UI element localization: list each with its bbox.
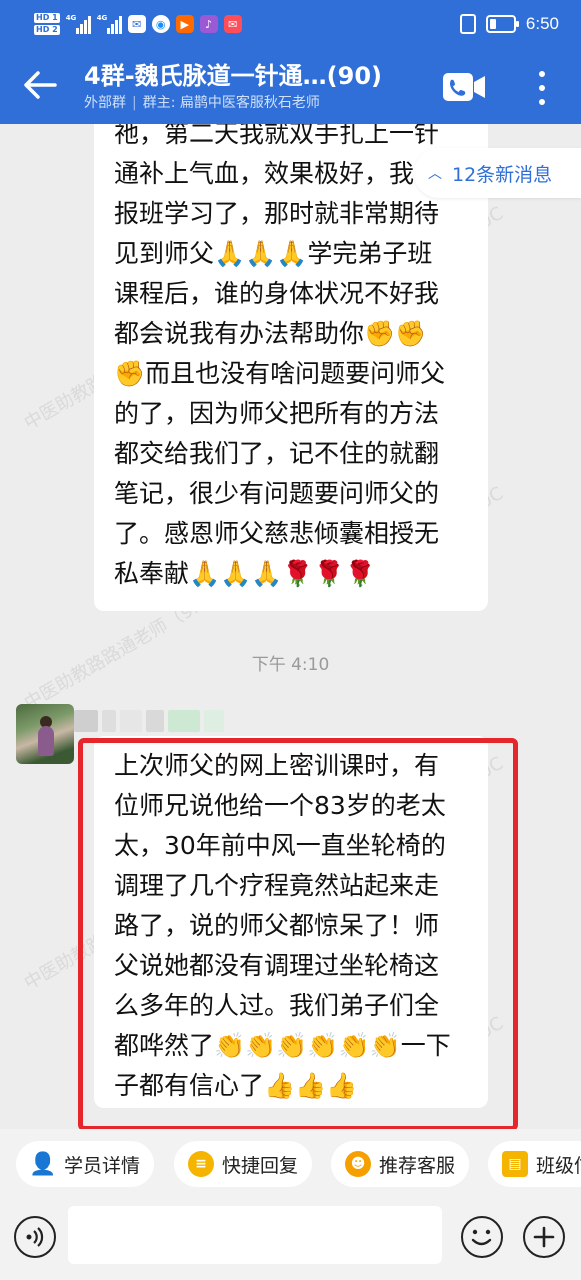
battery-icon bbox=[485, 15, 519, 33]
class-icon: ▤ bbox=[502, 1151, 528, 1177]
avatar[interactable] bbox=[16, 704, 74, 764]
vibrate-icon bbox=[459, 14, 476, 34]
voice-input-button[interactable] bbox=[14, 1216, 56, 1258]
dot-icon bbox=[539, 99, 545, 105]
service-icon: ☻ bbox=[345, 1151, 371, 1177]
mail-app-icon: ✉ bbox=[127, 15, 146, 33]
chip-label: 快捷回复 bbox=[222, 1154, 299, 1177]
new-messages-label: 12条新消息 bbox=[452, 163, 553, 186]
call-button[interactable] bbox=[442, 72, 486, 102]
quick-action-bar: 👤 学员详情 ≡ 快捷回复 ☻ 推荐客服 ▤ 班级信 bbox=[0, 1129, 581, 1199]
chat-subtitle: 外部群 | 群主: 扁鹊中医客服秋石老师 bbox=[84, 95, 320, 111]
class-info-button[interactable]: ▤ 班级信 bbox=[488, 1141, 581, 1187]
chevron-up-icon: ︿ bbox=[428, 166, 442, 182]
signal-2-icon: 4G bbox=[97, 14, 122, 34]
more-functions-button[interactable] bbox=[523, 1216, 565, 1258]
back-arrow-icon bbox=[24, 71, 57, 99]
chip-label: 学员详情 bbox=[64, 1154, 141, 1177]
emoji-button[interactable] bbox=[461, 1216, 503, 1258]
sender-name-blurred bbox=[74, 706, 234, 736]
clock: 6:50 bbox=[525, 14, 559, 33]
browser-app-icon: ◉ bbox=[151, 15, 170, 33]
input-bar bbox=[0, 1199, 581, 1280]
smiley-icon bbox=[471, 1229, 492, 1246]
video-app-icon: ▶ bbox=[175, 15, 194, 33]
voice-icon bbox=[26, 1227, 44, 1247]
chat-header: 4群-魏氏脉道一针通…(90) 外部群 | 群主: 扁鹊中医客服秋石老师 bbox=[0, 56, 581, 124]
dot-icon bbox=[539, 85, 545, 91]
signal-1-icon: 4G bbox=[66, 14, 91, 34]
quick-reply-button[interactable]: ≡ 快捷回复 bbox=[174, 1141, 313, 1187]
hd2-badge: HD 2 bbox=[34, 25, 60, 35]
student-details-button[interactable]: 👤 学员详情 bbox=[16, 1141, 155, 1187]
message-text: 上次师父的网上密训课时，有 位师兄说他给一个83岁的老太 太，30年前中风一直坐… bbox=[114, 751, 451, 1100]
status-bar: HD 1 HD 2 4G 4G ✉ ◉ ▶ ♪ ✉ 6:50 bbox=[0, 0, 581, 56]
message-text: 祂，第二天我就双手扎上一针 通补上气血，效果极好，我 报班学习了，那时就非常期待… bbox=[114, 124, 446, 588]
chat-title: 4群-魏氏脉道一针通…(90) bbox=[84, 62, 382, 90]
back-button[interactable] bbox=[20, 68, 60, 102]
chat-area[interactable]: （9: 0C 中医助教路路通老师（9: 0C （9: 0C 中医助教路路通老师（… bbox=[0, 124, 581, 1129]
message-app-icon: ✉ bbox=[223, 15, 242, 33]
dot-icon bbox=[539, 71, 545, 77]
music-app-icon: ♪ bbox=[199, 15, 218, 33]
hd1-badge: HD 1 bbox=[34, 13, 60, 23]
message-bubble[interactable]: 上次师父的网上密训课时，有 位师兄说他给一个83岁的老太 太，30年前中风一直坐… bbox=[94, 736, 488, 1108]
group-tag: 外部群 bbox=[84, 95, 126, 111]
group-owner: 群主: 扁鹊中医客服秋石老师 bbox=[142, 95, 320, 111]
phone-video-icon bbox=[443, 73, 485, 101]
message-bubble[interactable]: 祂，第二天我就双手扎上一针 通补上气血，效果极好，我 报班学习了，那时就非常期待… bbox=[94, 124, 488, 611]
chip-label: 推荐客服 bbox=[379, 1154, 456, 1177]
quick-reply-icon: ≡ bbox=[188, 1151, 214, 1177]
new-messages-button[interactable]: ︿ 12条新消息 bbox=[414, 148, 581, 198]
message-timestamp: 下午 4:10 bbox=[251, 655, 330, 675]
plus-icon bbox=[533, 1226, 555, 1248]
message-input[interactable] bbox=[68, 1206, 442, 1264]
more-options-button[interactable] bbox=[528, 68, 556, 108]
chip-label: 班级信 bbox=[536, 1154, 581, 1177]
recommend-service-button[interactable]: ☻ 推荐客服 bbox=[331, 1141, 470, 1187]
user-icon: 👤 bbox=[29, 1151, 57, 1177]
